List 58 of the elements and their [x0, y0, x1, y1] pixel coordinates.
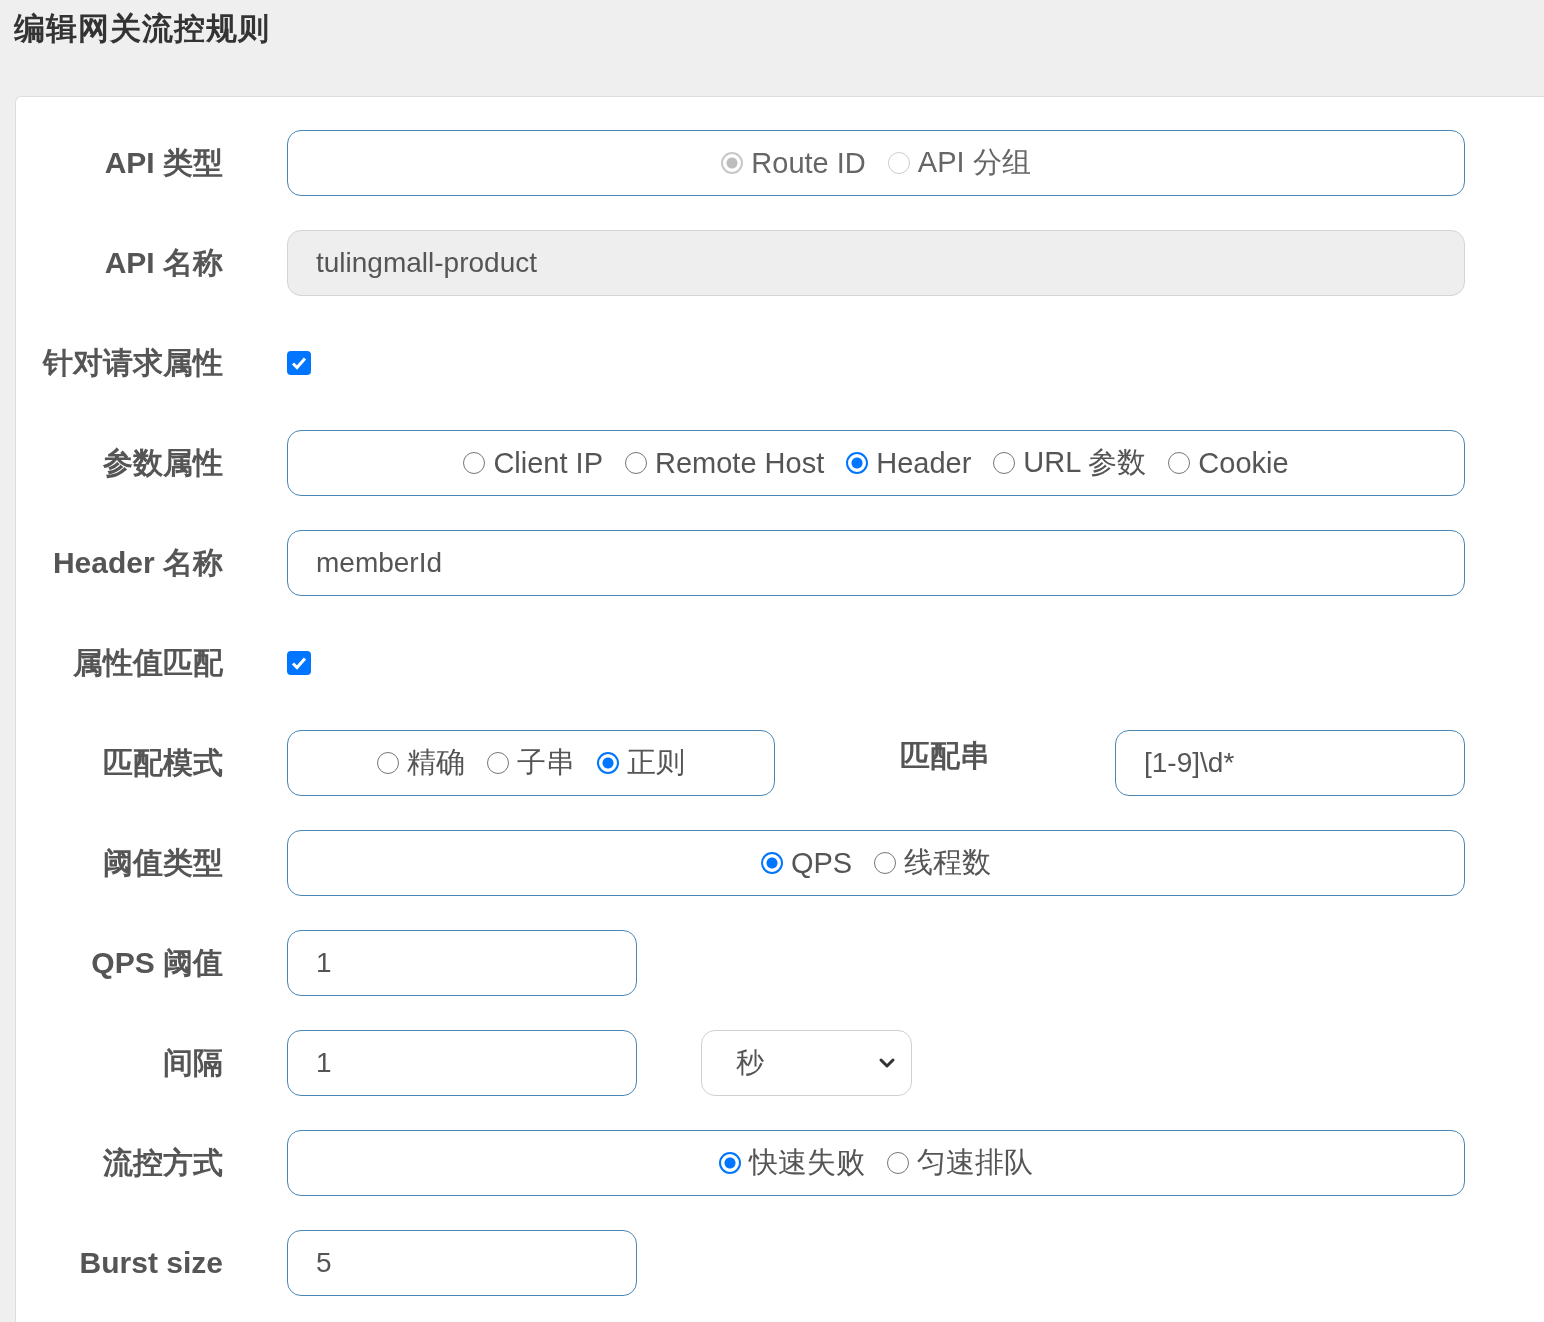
radio-option[interactable]: URL 参数: [993, 443, 1147, 483]
unit-select[interactable]: 秒: [701, 1030, 912, 1096]
field-label: 阈值类型: [102, 844, 223, 881]
radio-option[interactable]: 正则: [597, 743, 685, 783]
field-label: API 名称: [103, 244, 223, 281]
radio-button[interactable]: [377, 752, 399, 774]
field-label: 针对请求属性: [41, 344, 223, 381]
radio-option[interactable]: 精确: [377, 743, 465, 783]
number-field[interactable]: 1: [287, 930, 637, 996]
radio-button[interactable]: [625, 452, 647, 474]
checkbox[interactable]: [287, 651, 311, 675]
radio-button[interactable]: [846, 452, 869, 474]
option-label: Client IP: [493, 446, 603, 480]
radio-button[interactable]: [760, 852, 783, 874]
option-label: URL 参数: [1023, 445, 1147, 480]
checkbox[interactable]: [287, 351, 311, 375]
text-field[interactable]: memberId: [287, 530, 1465, 596]
option-label: 正则: [627, 745, 685, 780]
radio-button[interactable]: [1168, 452, 1191, 474]
radio-option[interactable]: 子串: [487, 743, 575, 783]
radio-button[interactable]: [597, 752, 619, 774]
option-label: API 分组: [917, 145, 1031, 180]
text-field[interactable]: [1-9]\d*: [1115, 730, 1465, 796]
radio-option[interactable]: 线程数: [874, 843, 992, 883]
option-label: 快速失败: [749, 1145, 865, 1180]
field-label: API 类型: [103, 144, 223, 181]
radio-button[interactable]: [993, 452, 1016, 474]
option-label: 线程数: [904, 845, 992, 880]
option-label: 精确: [407, 745, 465, 780]
field-label: 匹配串: [899, 737, 991, 774]
radio-button[interactable]: [874, 852, 897, 874]
radio-button[interactable]: [719, 1152, 741, 1174]
radio-option[interactable]: Cookie: [1168, 446, 1289, 480]
radio-option[interactable]: 快速失败: [719, 1143, 865, 1183]
field-label: QPS 阈值: [90, 944, 223, 981]
radio-button[interactable]: [463, 452, 486, 474]
field-label: 流控方式: [102, 1144, 223, 1181]
number-field[interactable]: 1: [287, 1030, 637, 1096]
page-title: 编辑网关流控规则: [13, 10, 271, 48]
field-label: 属性值匹配: [72, 644, 223, 681]
option-label: Cookie: [1198, 446, 1289, 480]
field-label: 参数属性: [102, 444, 223, 481]
option-label: QPS: [790, 846, 853, 880]
number-field[interactable]: 5: [287, 1230, 637, 1296]
radio-button[interactable]: [487, 752, 509, 774]
field-label: Burst size: [78, 1246, 223, 1280]
option-label: 子串: [517, 745, 575, 780]
radio-option[interactable]: Client IP: [463, 446, 603, 480]
option-label: Header: [876, 446, 972, 480]
option-label: Route ID: [751, 146, 866, 180]
radio-option[interactable]: Header: [846, 446, 972, 480]
option-label: 匀速排队: [917, 1145, 1033, 1180]
field-label: 间隔: [162, 1044, 223, 1081]
radio-option[interactable]: QPS: [760, 846, 853, 880]
field-label: Header 名称: [51, 544, 223, 581]
radio-option[interactable]: 匀速排队: [887, 1143, 1033, 1183]
field-label: 匹配模式: [102, 744, 223, 781]
radio-button[interactable]: [887, 1152, 909, 1174]
